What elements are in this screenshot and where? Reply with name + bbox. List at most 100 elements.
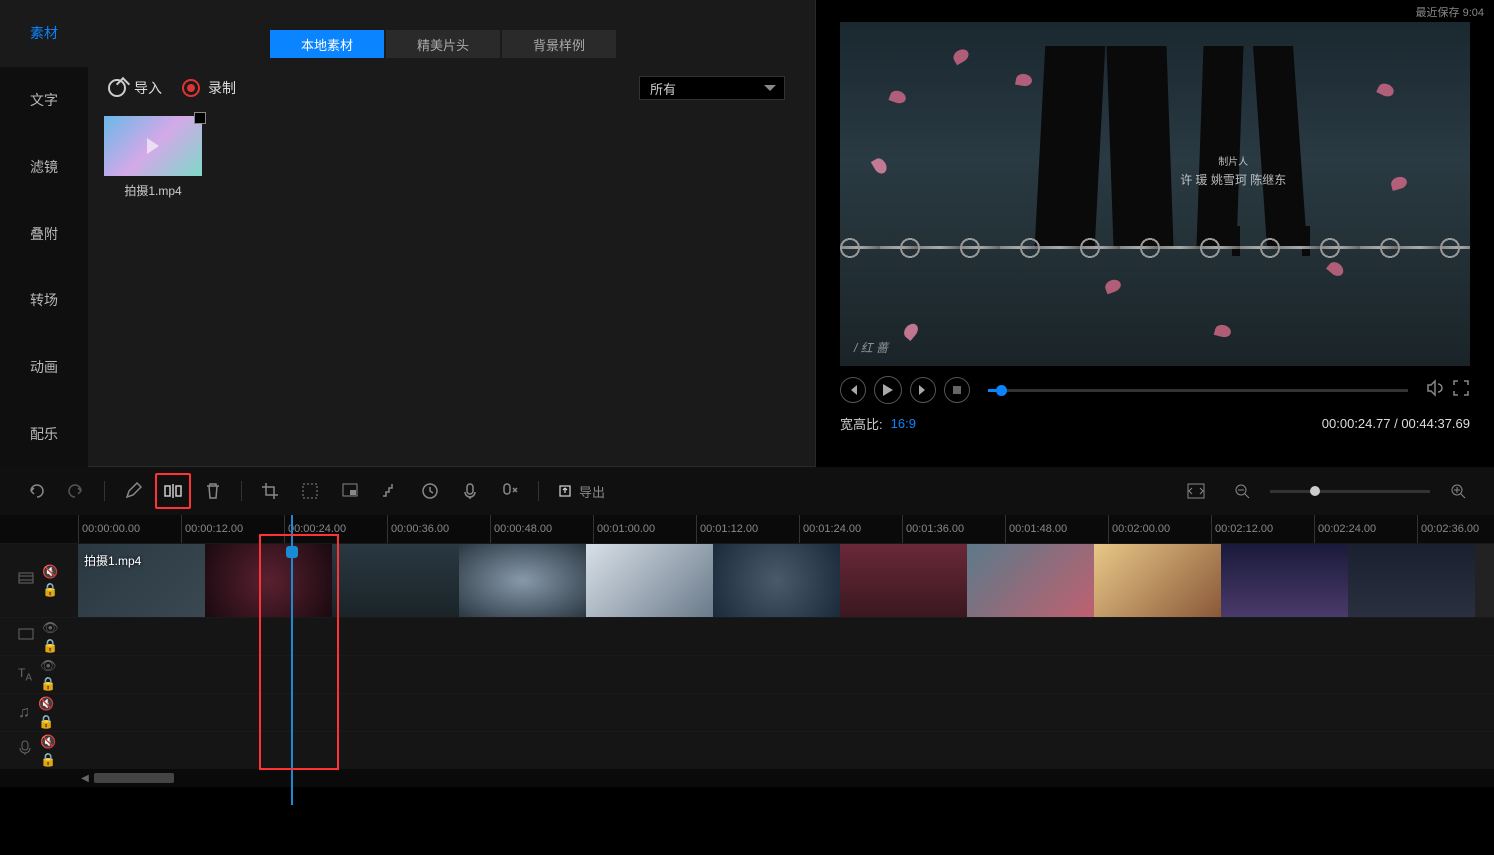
lock-icon[interactable]: 🔒	[40, 752, 56, 768]
toolbar: 导出	[0, 467, 1494, 515]
visible-icon[interactable]: 👁	[42, 620, 59, 636]
voice-button[interactable]	[452, 473, 488, 509]
audio-track-icon: ♫	[18, 704, 30, 722]
export-button[interactable]: 导出	[549, 473, 613, 509]
text-track-icon: TA	[18, 666, 32, 683]
prev-button[interactable]	[840, 377, 866, 403]
frame-thumb	[205, 544, 332, 617]
timeline-clip-label: 拍摄1.mp4	[84, 552, 141, 569]
preview-panel: 最近保存 9:04 制片人 许 瑗 姚雪珂 陈继东 / 红 蔷	[816, 0, 1494, 467]
progress-knob[interactable]	[996, 385, 1007, 396]
import-button[interactable]: 导入	[108, 78, 162, 98]
voice-track[interactable]: 🔇🔒	[0, 731, 1494, 769]
playhead[interactable]	[291, 515, 293, 805]
timeline-ruler[interactable]: 00:00:00.0000:00:12.0000:00:24.0000:00:3…	[0, 515, 1494, 543]
video-track[interactable]: 🔇 🔒 拍摄1.mp4	[0, 543, 1494, 617]
frame-thumb	[1094, 544, 1221, 617]
aspect-label: 宽高比:	[840, 414, 883, 433]
ruler-tick: 00:01:48.00	[1005, 515, 1108, 543]
aspect-value[interactable]: 16:9	[891, 416, 916, 431]
scroll-thumb[interactable]	[94, 773, 174, 783]
preview-video[interactable]: 制片人 许 瑗 姚雪珂 陈继东 / 红 蔷	[840, 22, 1470, 366]
material-panel: 本地素材 精美片头 背景样例 导入 录制 所有 拍摄1.mp4	[88, 0, 816, 467]
clip-name: 拍摄1.mp4	[104, 182, 202, 199]
h-scrollbar[interactable]: ◀	[0, 769, 1494, 787]
sidebar-tab-text[interactable]: 文字	[0, 67, 88, 134]
progress-bar[interactable]	[988, 389, 1408, 392]
ruler-tick: 00:02:36.00	[1417, 515, 1494, 543]
overlay-track-icon	[18, 626, 34, 647]
ruler-tick: 00:00:00.00	[78, 515, 181, 543]
visible-icon[interactable]: 👁	[40, 658, 57, 674]
ruler-tick: 00:02:12.00	[1211, 515, 1314, 543]
mic-track-icon	[18, 740, 32, 761]
frame-thumb	[713, 544, 840, 617]
ruler-tick: 00:01:36.00	[902, 515, 1005, 543]
edit-button[interactable]	[115, 473, 151, 509]
mute-icon[interactable]: 🔇	[38, 696, 54, 712]
filter-select[interactable]: 所有	[639, 76, 785, 100]
clip-item[interactable]: 拍摄1.mp4	[104, 116, 202, 199]
material-tab-intro[interactable]: 精美片头	[386, 30, 500, 58]
stop-button[interactable]	[944, 377, 970, 403]
voice-change-button[interactable]	[492, 473, 528, 509]
record-label: 录制	[208, 78, 236, 98]
pip-button[interactable]	[332, 473, 368, 509]
mute-icon[interactable]: 🔇	[40, 734, 56, 750]
mosaic-button[interactable]	[292, 473, 328, 509]
freeze-button[interactable]	[372, 473, 408, 509]
audio-track[interactable]: ♫ 🔇 🔒	[0, 693, 1494, 731]
frame-thumb	[1348, 544, 1475, 617]
material-tab-local[interactable]: 本地素材	[270, 30, 384, 58]
lock-icon[interactable]: 🔒	[42, 638, 59, 654]
record-icon	[182, 79, 200, 97]
undo-button[interactable]	[18, 473, 54, 509]
next-button[interactable]	[910, 377, 936, 403]
overlay-track[interactable]: 👁🔒	[0, 617, 1494, 655]
video-track-icon	[18, 570, 34, 591]
delete-button[interactable]	[195, 473, 231, 509]
import-label: 导入	[134, 78, 162, 98]
volume-icon[interactable]	[1426, 379, 1444, 402]
redo-button[interactable]	[58, 473, 94, 509]
text-track[interactable]: TA 👁 🔒	[0, 655, 1494, 693]
mute-icon[interactable]: 🔇	[42, 564, 58, 580]
frame-thumb	[967, 544, 1094, 617]
import-icon	[108, 79, 126, 97]
filter-select-value: 所有	[650, 79, 676, 98]
ruler-tick: 00:00:24.00	[284, 515, 387, 543]
zoom-slider[interactable]	[1270, 490, 1430, 493]
sidebar-tab-filter[interactable]: 滤镜	[0, 133, 88, 200]
sidebar-tab-transition[interactable]: 转场	[0, 267, 88, 334]
sidebar: 素材 文字 滤镜 叠附 转场 动画 配乐	[0, 0, 88, 467]
fullscreen-icon[interactable]	[1452, 379, 1470, 402]
sidebar-tab-animation[interactable]: 动画	[0, 334, 88, 401]
ruler-tick: 00:01:24.00	[799, 515, 902, 543]
play-button[interactable]	[874, 376, 902, 404]
crop-button[interactable]	[252, 473, 288, 509]
fit-button[interactable]	[1178, 473, 1214, 509]
lock-icon[interactable]: 🔒	[40, 676, 57, 692]
zoom-out-button[interactable]	[1224, 473, 1260, 509]
material-tab-bg[interactable]: 背景样例	[502, 30, 616, 58]
speed-button[interactable]	[412, 473, 448, 509]
corner-text: / 红 蔷	[854, 339, 888, 356]
ruler-tick: 00:02:00.00	[1108, 515, 1211, 543]
timeline: 00:00:00.0000:00:12.0000:00:24.0000:00:3…	[0, 515, 1494, 787]
frame-thumb	[586, 544, 713, 617]
frame-thumb	[332, 544, 459, 617]
ruler-tick: 00:00:48.00	[490, 515, 593, 543]
frame-thumb	[1221, 544, 1348, 617]
sidebar-tab-overlay[interactable]: 叠附	[0, 200, 88, 267]
lock-icon[interactable]: 🔒	[42, 582, 58, 598]
lock-icon[interactable]: 🔒	[38, 714, 54, 730]
sidebar-tab-music[interactable]: 配乐	[0, 400, 88, 467]
scroll-left-icon[interactable]: ◀	[78, 773, 92, 784]
clip-thumbnail	[104, 116, 202, 176]
record-button[interactable]: 录制	[182, 78, 236, 98]
time-info: 00:00:24.77 / 00:44:37.69	[1322, 416, 1470, 431]
sidebar-tab-material[interactable]: 素材	[0, 0, 88, 67]
split-button[interactable]	[155, 473, 191, 509]
zoom-in-button[interactable]	[1440, 473, 1476, 509]
ruler-tick: 00:01:12.00	[696, 515, 799, 543]
